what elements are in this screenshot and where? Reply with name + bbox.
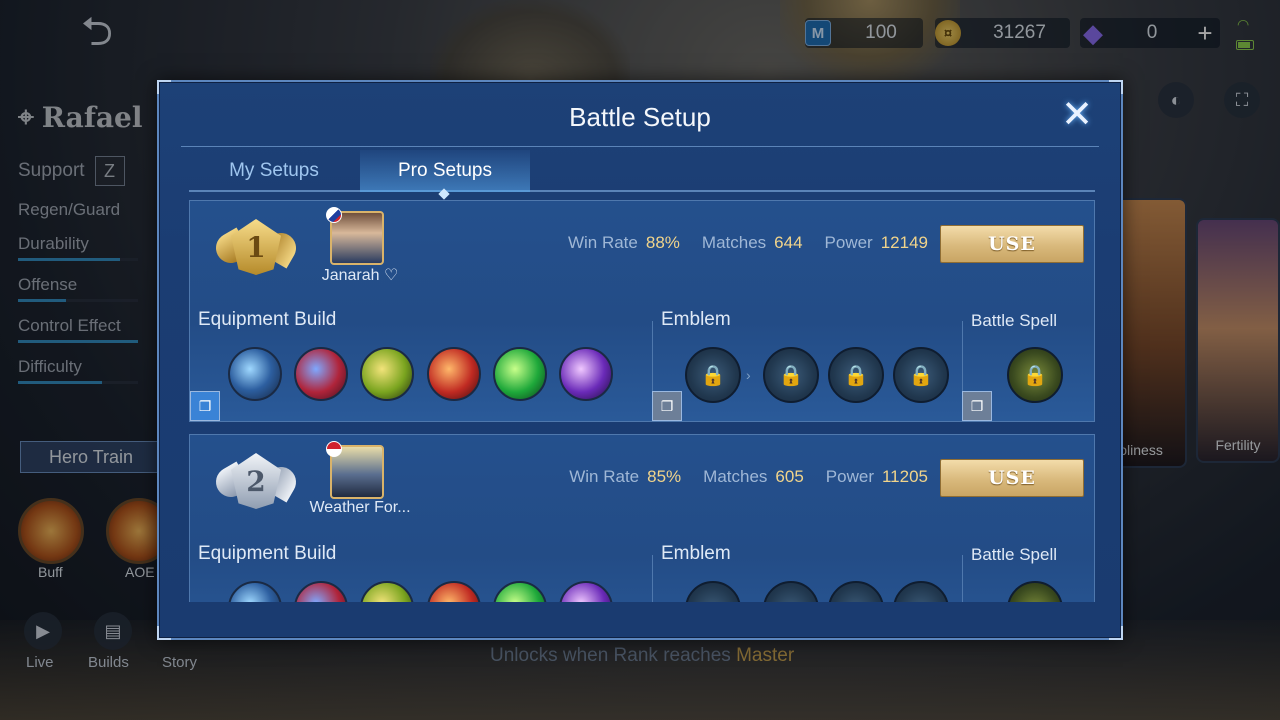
use-button[interactable]: USE <box>940 459 1084 497</box>
pro-setup-list[interactable]: 1 Janarah ♡ Win Rate 88% Matches 644 Pow… <box>189 200 1095 602</box>
emblem-talent-icon[interactable]: 🔒 <box>828 347 884 403</box>
crystal-item-icon[interactable] <box>559 347 613 401</box>
section-divider <box>962 555 963 602</box>
emblem-talent-icon[interactable] <box>763 581 819 602</box>
matches-value: 644 <box>774 233 803 252</box>
power-value: 11205 <box>881 467 928 486</box>
boots-item-icon[interactable] <box>228 581 282 602</box>
win-rate-label: Win Rate <box>569 467 640 486</box>
rank-number: 1 <box>231 219 281 275</box>
shield-item-icon[interactable] <box>294 581 348 602</box>
power-value: 12149 <box>880 233 928 252</box>
crystal-item-icon[interactable] <box>559 581 613 602</box>
emblem-main-icon[interactable] <box>685 581 741 602</box>
rank-badge: 2 <box>210 445 302 517</box>
emblem-detail-icon[interactable]: ❐ <box>652 391 682 421</box>
flame-item-icon[interactable] <box>427 347 481 401</box>
setup-stats: Win Rate 85% Matches 605 Power 11205 <box>547 467 928 487</box>
boots-item-icon[interactable] <box>228 347 282 401</box>
close-icon[interactable]: ✕ <box>1057 96 1097 136</box>
emblem-label: Emblem <box>661 543 731 564</box>
title-divider <box>181 146 1099 147</box>
pro-setup-card: 1 Janarah ♡ Win Rate 88% Matches 644 Pow… <box>189 200 1095 422</box>
rank-number: 2 <box>231 453 281 509</box>
flame-item-icon[interactable] <box>427 581 481 602</box>
country-flag-icon <box>326 441 342 457</box>
emblem-talent-icon[interactable]: 🔒 <box>893 347 949 403</box>
battle-spell-label: Battle Spell <box>971 545 1057 564</box>
player-name: Weather For... <box>309 499 411 516</box>
corner-ornament <box>157 80 171 94</box>
emblem-talent-icon[interactable]: 🔒 <box>763 347 819 403</box>
spell-detail-icon[interactable]: ❐ <box>962 391 992 421</box>
matches-value: 605 <box>775 467 804 486</box>
emerald-item-icon[interactable] <box>493 347 547 401</box>
setup-tabs: My Setups Pro Setups <box>189 150 1095 192</box>
corner-ornament <box>157 626 171 640</box>
setup-stats: Win Rate 88% Matches 644 Power 12149 <box>546 233 928 253</box>
use-button[interactable]: USE <box>940 225 1084 263</box>
power-label: Power <box>824 233 873 252</box>
battle-spell-icon[interactable]: 🔒 <box>1007 347 1063 403</box>
win-rate-value: 85% <box>647 467 682 486</box>
equipment-detail-icon[interactable]: ❐ <box>190 391 220 421</box>
country-flag-icon <box>326 207 342 223</box>
tab-pro-setups[interactable]: Pro Setups <box>360 150 530 192</box>
shield-item-icon[interactable] <box>294 347 348 401</box>
emblem-label: Emblem <box>661 309 731 330</box>
player-name: Janarah ♡ <box>321 267 399 284</box>
pro-setup-card: 2 Weather For... Win Rate 85% Matches 60… <box>189 434 1095 602</box>
ring-item-icon[interactable] <box>360 581 414 602</box>
win-rate-label: Win Rate <box>567 233 638 252</box>
power-label: Power <box>825 467 874 486</box>
battle-spell-label: Battle Spell <box>971 311 1057 330</box>
battle-setup-dialog: Battle Setup ✕ My Setups Pro Setups 1 Ja… <box>157 80 1123 640</box>
matches-label: Matches <box>703 467 768 486</box>
rank-badge: 1 <box>210 211 302 283</box>
emerald-item-icon[interactable] <box>493 581 547 602</box>
arrow-right-icon: › <box>746 367 751 383</box>
dialog-title: Battle Setup <box>569 102 711 132</box>
tab-my-setups[interactable]: My Setups <box>189 150 359 192</box>
emblem-talent-icon[interactable] <box>893 581 949 602</box>
emblem-talent-icon[interactable] <box>828 581 884 602</box>
corner-ornament <box>1109 80 1123 94</box>
corner-ornament <box>1109 626 1123 640</box>
ring-item-icon[interactable] <box>360 347 414 401</box>
win-rate-value: 88% <box>645 233 680 252</box>
equipment-build-label: Equipment Build <box>198 543 337 564</box>
equipment-build-label: Equipment Build <box>198 309 337 330</box>
emblem-main-icon[interactable]: 🔒 <box>685 347 741 403</box>
battle-spell-icon[interactable] <box>1007 581 1063 602</box>
section-divider <box>652 555 653 602</box>
matches-label: Matches <box>701 233 767 252</box>
